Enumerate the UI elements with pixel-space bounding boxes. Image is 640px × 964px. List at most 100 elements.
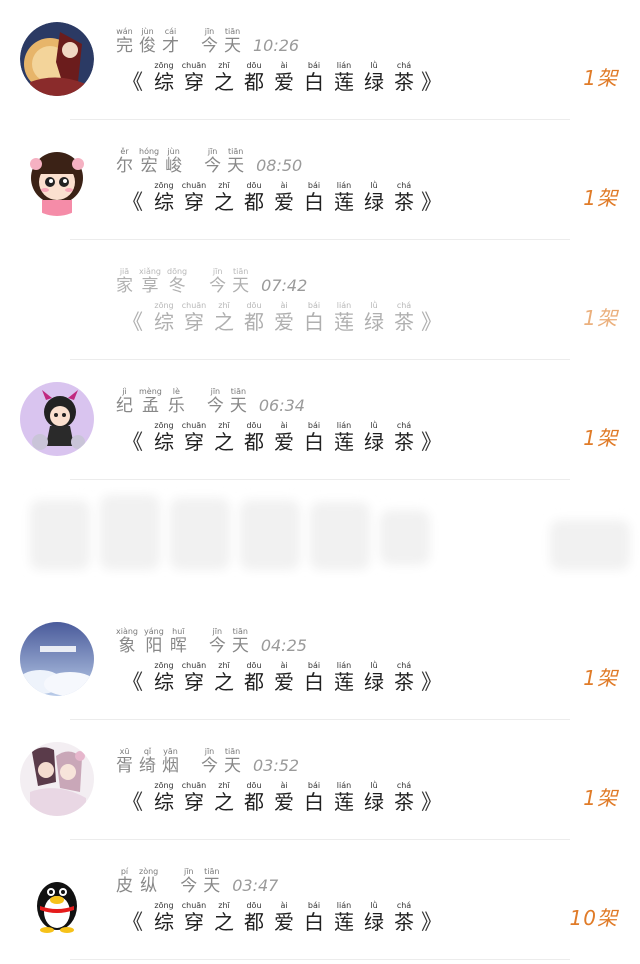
row-meta: xiàng 象 yáng 阳 huī 晖 jīn 今 tiān 天 04:25 [116, 626, 307, 656]
hanzi: 宏 [140, 156, 158, 176]
hanzi: 皮 [116, 876, 133, 896]
hanzi: 综 [154, 310, 174, 334]
gift-row[interactable]: pí 皮 zòng 纵 jīn 今 tiān 天 03:47 《 zōng 综 chuān 穿 zhī 之 dō… [0, 840, 640, 960]
hanzi: 穿 [184, 910, 204, 934]
ruby-char: bái 白 [299, 61, 329, 94]
ruby-char: bái 白 [299, 901, 329, 934]
pinyin: dōng [167, 267, 188, 276]
book-title[interactable]: 《 zōng 综 chuān 穿 zhī 之 dōu 都 ài 爱 bái 白 lián 莲 lǜ 绿 chá 茶》 [122, 60, 442, 94]
ruby-char: lǜ 绿 [359, 421, 389, 454]
username[interactable]: jiā 家 xiǎng 享 dōng 冬 [116, 267, 193, 296]
hanzi: 乐 [167, 396, 185, 416]
ruby-char: dōu 都 [239, 421, 269, 454]
pinyin: huī [172, 627, 185, 636]
username[interactable]: jì 纪 mèng 孟 lè 乐 [116, 387, 191, 416]
ruby-char: zhī 之 [209, 421, 239, 454]
book-title[interactable]: 《 zōng 综 chuān 穿 zhī 之 dōu 都 ài 爱 bái 白 lián 莲 lǜ 绿 chá 茶》 [122, 780, 442, 814]
pinyin: dōu [246, 301, 262, 310]
gift-row[interactable]: ěr 尔 hóng 宏 jùn 峻 jīn 今 tiān 天 08:50 《 zōng 综 chuān 穿 zh… [0, 120, 640, 240]
close-bracket: 》 [421, 670, 442, 694]
gift-row[interactable]: xū 胥 qǐ 绮 yān 烟 jīn 今 tiān 天 03:52 《 zōng 综 chuān 穿 zhī 之… [0, 720, 640, 840]
hanzi: 之 [214, 430, 234, 454]
gift-row[interactable]: jiā 家 xiǎng 享 dōng 冬 jīn 今 tiān 天 07:42 《 zōng 综 chuān… [0, 240, 640, 360]
username[interactable]: xū 胥 qǐ 绮 yān 烟 [116, 747, 185, 776]
open-bracket: 《 [122, 310, 143, 334]
ruby-char: chá 茶 [389, 301, 419, 334]
qq-penguin-avatar[interactable] [20, 862, 94, 936]
hanzi: 完 [116, 36, 133, 56]
hanzi: 绿 [364, 310, 384, 334]
ruby-char: chuān 穿 [179, 181, 209, 214]
ruby-char: chuān 穿 [179, 901, 209, 934]
gift-count: 1架 [583, 306, 618, 330]
pinyin: jùn [167, 147, 180, 156]
pinyin: tiān [227, 147, 244, 156]
ruby-char: lǜ 绿 [359, 781, 389, 814]
pinyin: qǐ [143, 747, 152, 756]
pinyin: jīn [183, 867, 194, 876]
hanzi: 天 [229, 396, 247, 416]
sky-clouds-avatar[interactable] [20, 622, 94, 696]
hanzi: 才 [162, 36, 179, 56]
ruby-char: huī 晖 [170, 627, 187, 656]
pinyin: yáng [144, 627, 164, 636]
pinyin: zhī [218, 901, 230, 910]
username[interactable]: pí 皮 zòng 纵 [116, 867, 164, 896]
cartoon-girl-avatar[interactable] [20, 142, 94, 216]
username[interactable]: xiàng 象 yáng 阳 huī 晖 [116, 627, 193, 656]
pinyin: pí [120, 867, 129, 876]
book-title[interactable]: 《 zōng 综 chuān 穿 zhī 之 dōu 都 ài 爱 bái 白 lián 莲 lǜ 绿 chá 茶》 [122, 420, 442, 454]
hanzi: 茶 [394, 190, 414, 214]
ruby-char: lián 莲 [329, 61, 359, 94]
blurred-row [0, 480, 640, 600]
hanzi: 绿 [364, 670, 384, 694]
pinyin: jùn [141, 27, 154, 36]
date-label: jīn 今 tiān 天 [209, 627, 255, 656]
book-title[interactable]: 《 zōng 综 chuān 穿 zhī 之 dōu 都 ài 爱 bái 白 lián 莲 lǜ 绿 chá 茶》 [122, 300, 442, 334]
ruby-char: lián 莲 [329, 301, 359, 334]
pinyin: zōng [154, 781, 174, 790]
ruby-char: dōng 冬 [167, 267, 187, 296]
gift-row[interactable]: xiàng 象 yáng 阳 huī 晖 jīn 今 tiān 天 04:25 《 zōng 综 chuān… [0, 600, 640, 720]
open-bracket: 《 [122, 910, 143, 934]
gift-row[interactable]: wán 完 jùn 俊 cái 才 jīn 今 tiān 天 10:26 《 zōng 综 chuān 穿 zh… [0, 0, 640, 120]
hanzi: 都 [244, 190, 264, 214]
ruby-char: tiān 天 [232, 627, 249, 656]
book-title[interactable]: 《 zōng 综 chuān 穿 zhī 之 dōu 都 ài 爱 bái 白 lián 莲 lǜ 绿 chá 茶》 [122, 180, 442, 214]
ruby-char: ěr 尔 [116, 147, 133, 176]
pinyin: lián [336, 61, 352, 70]
hanzi: 都 [244, 70, 264, 94]
book-title[interactable]: 《 zōng 综 chuān 穿 zhī 之 dōu 都 ài 爱 bái 白 lián 莲 lǜ 绿 chá 茶》 [122, 660, 442, 694]
chibi-devil-avatar[interactable] [20, 382, 94, 456]
timestamp: 03:47 [232, 876, 279, 895]
ruby-char: lǜ 绿 [359, 301, 389, 334]
hanzi: 综 [154, 670, 174, 694]
hanzi: 绿 [364, 70, 384, 94]
anime-girl-avatar[interactable] [20, 22, 94, 96]
pinyin: chá [396, 901, 412, 910]
hanzi: 茶 [394, 790, 414, 814]
gift-count: 1架 [583, 426, 618, 450]
ruby-char: zhī 之 [209, 61, 239, 94]
username[interactable]: wán 完 jùn 俊 cái 才 [116, 27, 185, 56]
ruby-char: hóng 宏 [139, 147, 159, 176]
anime-couple-avatar[interactable] [20, 742, 94, 816]
close-bracket: 》 [421, 70, 442, 94]
hanzi: 之 [214, 670, 234, 694]
row-meta: xū 胥 qǐ 绮 yān 烟 jīn 今 tiān 天 03:52 [116, 746, 299, 776]
pinyin: mèng [139, 387, 162, 396]
date-label: jīn 今 tiān 天 [201, 747, 247, 776]
username[interactable]: ěr 尔 hóng 宏 jùn 峻 [116, 147, 188, 176]
gift-count: 1架 [583, 666, 618, 690]
close-bracket: 》 [421, 310, 442, 334]
hanzi: 莲 [334, 430, 354, 454]
pinyin: tiān [232, 627, 248, 636]
ruby-char: bái 白 [299, 301, 329, 334]
pinyin: ài [280, 301, 288, 310]
date-label: jīn 今 tiān 天 [201, 27, 247, 56]
pinyin: ài [280, 181, 288, 190]
gift-row[interactable]: jì 纪 mèng 孟 lè 乐 jīn 今 tiān 天 06:34 《 zōng 综 chuān 穿 zhī… [0, 360, 640, 480]
gift-count: 10架 [569, 906, 618, 930]
book-title[interactable]: 《 zōng 综 chuān 穿 zhī 之 dōu 都 ài 爱 bái 白 lián 莲 lǜ 绿 chá 茶》 [122, 900, 442, 934]
ruby-char: jīn 今 [204, 147, 221, 176]
